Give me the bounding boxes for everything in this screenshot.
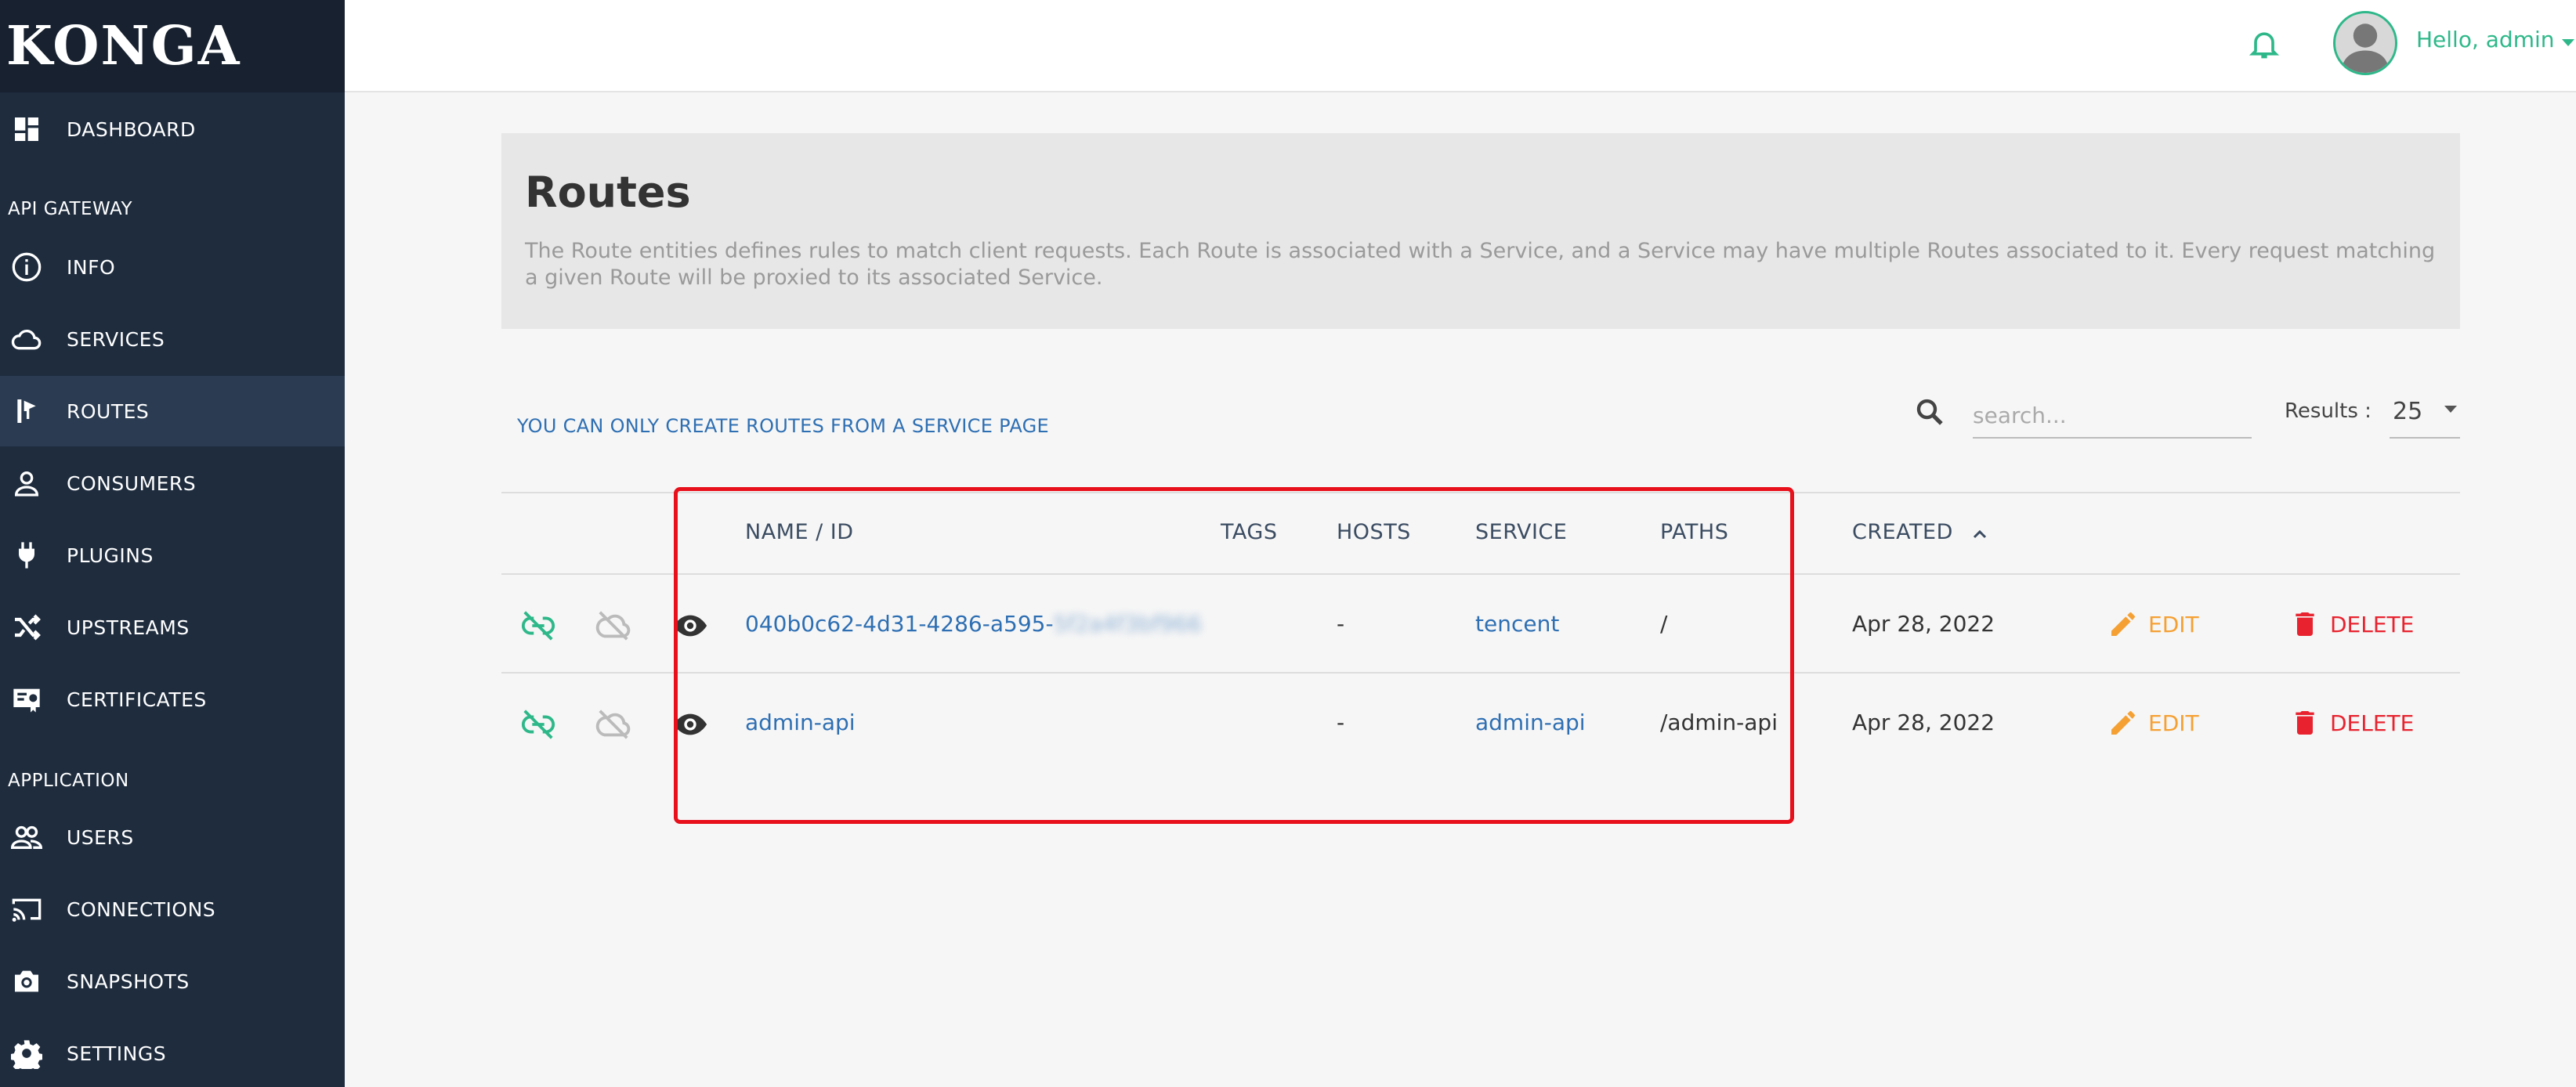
user-greeting[interactable]: Hello, admin bbox=[2416, 27, 2555, 52]
sidebar-item-label: UPSTREAMS bbox=[67, 616, 190, 639]
section-application: APPLICATION bbox=[8, 771, 129, 791]
sidebar-item-users[interactable]: USERS bbox=[0, 802, 345, 872]
sidebar-item-label: DASHBOARD bbox=[67, 117, 196, 141]
edit-label: EDIT bbox=[2148, 710, 2199, 736]
sidebar-item-label: ROUTES bbox=[67, 399, 150, 423]
sidebar-item-label: CERTIFICATES bbox=[67, 688, 207, 711]
sidebar-item-upstreams[interactable]: UPSTREAMS bbox=[0, 592, 345, 663]
certificate-icon bbox=[11, 684, 42, 715]
section-api-gateway: API GATEWAY bbox=[8, 199, 133, 219]
camera-icon bbox=[11, 966, 42, 997]
sidebar: KONGA DASHBOARD API GATEWAY INFO SERVICE… bbox=[0, 0, 345, 1087]
link-off-icon[interactable] bbox=[520, 608, 556, 644]
delete-label: DELETE bbox=[2330, 611, 2415, 637]
sidebar-item-connections[interactable]: CONNECTIONS bbox=[0, 874, 345, 944]
sidebar-item-consumers[interactable]: CONSUMERS bbox=[0, 448, 345, 518]
sidebar-item-label: CONNECTIONS bbox=[67, 897, 216, 921]
sidebar-item-snapshots[interactable]: SNAPSHOTS bbox=[0, 946, 345, 1017]
sidebar-item-label: CONSUMERS bbox=[67, 471, 197, 495]
page-description: The Route entities defines rules to matc… bbox=[525, 239, 2436, 290]
sidebar-item-dashboard[interactable]: DASHBOARD bbox=[0, 94, 345, 164]
sidebar-item-label: INFO bbox=[67, 255, 116, 279]
column-header-created[interactable]: CREATED bbox=[1852, 520, 1953, 544]
dashboard-icon bbox=[11, 114, 42, 145]
person-icon bbox=[11, 468, 42, 499]
cast-icon bbox=[11, 894, 42, 925]
sidebar-item-label: SETTINGS bbox=[67, 1042, 167, 1065]
users-icon bbox=[11, 822, 42, 853]
sidebar-item-label: SERVICES bbox=[67, 327, 165, 351]
link-off-icon[interactable] bbox=[520, 706, 556, 742]
pencil-icon bbox=[2111, 711, 2135, 735]
sidebar-item-label: SNAPSHOTS bbox=[67, 970, 190, 993]
sidebar-item-label: PLUGINS bbox=[67, 544, 154, 567]
trash-icon bbox=[2296, 711, 2314, 735]
highlight-annotation-box bbox=[674, 487, 1794, 824]
results-per-page-select[interactable]: 25 bbox=[2390, 392, 2460, 439]
create-route-notice: YOU CAN ONLY CREATE ROUTES FROM A SERVIC… bbox=[517, 415, 1049, 437]
edit-button[interactable]: EDIT bbox=[2107, 609, 2199, 640]
results-label: Results : bbox=[2285, 399, 2372, 423]
user-menu-chevron-down-icon[interactable] bbox=[2562, 39, 2574, 46]
edit-button[interactable]: EDIT bbox=[2107, 707, 2199, 739]
sidebar-item-plugins[interactable]: PLUGINS bbox=[0, 520, 345, 590]
trash-icon bbox=[2296, 612, 2314, 636]
sidebar-item-label: USERS bbox=[67, 825, 134, 849]
chevron-down-icon bbox=[2444, 406, 2457, 413]
delete-button[interactable]: DELETE bbox=[2289, 707, 2414, 739]
avatar[interactable] bbox=[2333, 11, 2397, 75]
search-input[interactable] bbox=[1973, 393, 2252, 439]
sidebar-item-certificates[interactable]: CERTIFICATES bbox=[0, 664, 345, 735]
top-bar bbox=[345, 0, 2576, 92]
konga-logo[interactable]: KONGA bbox=[0, 0, 345, 92]
shuffle-icon bbox=[11, 612, 42, 643]
pencil-icon bbox=[2111, 612, 2135, 636]
sidebar-item-settings[interactable]: SETTINGS bbox=[0, 1018, 345, 1087]
gear-icon bbox=[11, 1038, 42, 1069]
sidebar-item-info[interactable]: INFO bbox=[0, 232, 345, 302]
plug-icon bbox=[11, 540, 42, 571]
delete-button[interactable]: DELETE bbox=[2289, 609, 2414, 640]
logo-text: KONGA bbox=[6, 15, 241, 78]
sidebar-item-services[interactable]: SERVICES bbox=[0, 304, 345, 374]
page-title: Routes bbox=[525, 168, 691, 217]
delete-label: DELETE bbox=[2330, 710, 2415, 736]
sort-ascending-chevron-up-icon[interactable] bbox=[1968, 525, 1992, 544]
page-header: Routes The Route entities defines rules … bbox=[501, 133, 2460, 329]
route-created: Apr 28, 2022 bbox=[1852, 611, 1995, 637]
routes-icon bbox=[11, 395, 42, 427]
user-silhouette-icon bbox=[2341, 23, 2390, 73]
bell-icon[interactable] bbox=[2247, 27, 2281, 61]
cloud-off-icon[interactable] bbox=[595, 608, 631, 644]
search-icon[interactable] bbox=[1913, 395, 1946, 428]
info-icon bbox=[11, 251, 42, 283]
results-per-page-value: 25 bbox=[2393, 398, 2423, 425]
route-created: Apr 28, 2022 bbox=[1852, 710, 1995, 735]
sidebar-item-routes[interactable]: ROUTES bbox=[0, 376, 345, 446]
edit-label: EDIT bbox=[2148, 611, 2199, 637]
cloud-off-icon[interactable] bbox=[595, 706, 631, 742]
cloud-icon bbox=[11, 323, 42, 355]
